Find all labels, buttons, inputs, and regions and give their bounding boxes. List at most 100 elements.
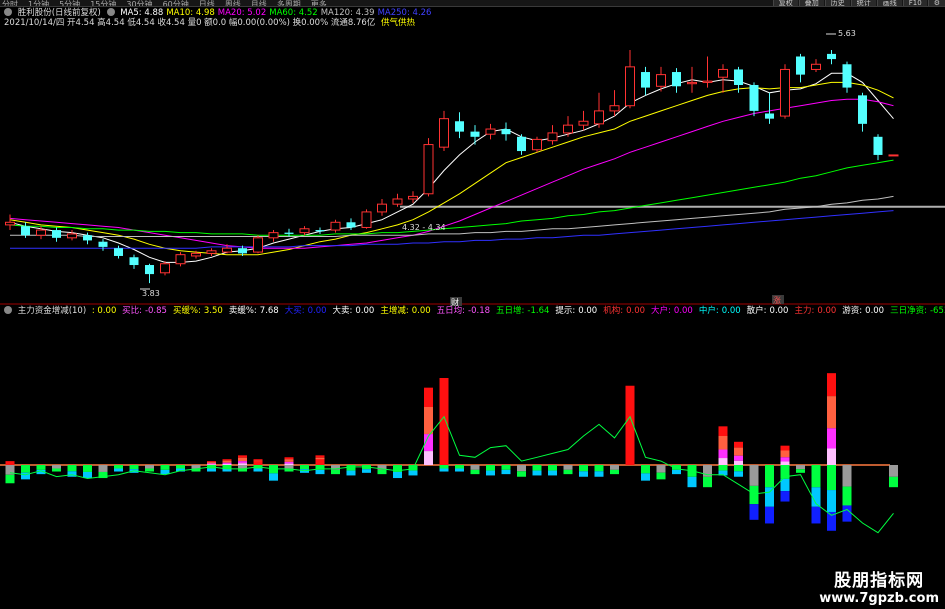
indicator-settings-icon[interactable] [4, 306, 12, 314]
candle[interactable] [858, 92, 867, 132]
candle-body [547, 132, 558, 142]
flow-bar[interactable] [222, 459, 232, 472]
flow-bar[interactable] [5, 461, 15, 484]
flow-bar[interactable] [207, 461, 216, 472]
flow-bar[interactable] [563, 465, 573, 475]
candle[interactable] [672, 68, 681, 93]
candle[interactable] [780, 64, 790, 119]
candle[interactable] [175, 252, 186, 267]
flow-bar[interactable] [656, 465, 666, 480]
candle[interactable] [811, 59, 821, 73]
flow-bar[interactable] [455, 465, 464, 472]
candle[interactable] [532, 136, 542, 153]
candle[interactable] [299, 226, 310, 236]
flow-bar[interactable] [811, 465, 821, 524]
candle[interactable] [501, 122, 511, 141]
candle[interactable] [377, 198, 387, 216]
flow-bar[interactable] [145, 465, 154, 472]
flow-bar[interactable] [517, 465, 526, 477]
candle[interactable] [253, 235, 263, 254]
flow-bar[interactable] [114, 465, 123, 472]
flow-bar[interactable] [362, 465, 371, 473]
candle[interactable] [5, 214, 15, 231]
flow-bar[interactable] [842, 465, 852, 522]
candle[interactable] [98, 239, 108, 251]
flow-bar[interactable] [765, 465, 774, 524]
flow-bar[interactable] [253, 459, 263, 472]
flow-bar[interactable] [734, 441, 743, 477]
candle[interactable] [578, 110, 589, 131]
candle[interactable] [439, 110, 449, 152]
flow-bar[interactable] [687, 465, 697, 488]
candle[interactable] [796, 53, 805, 83]
candle-body [175, 254, 186, 265]
candle[interactable] [160, 261, 170, 276]
candle[interactable] [129, 254, 139, 269]
flow-bar[interactable] [408, 465, 418, 476]
candle[interactable] [455, 112, 464, 139]
candle[interactable] [423, 138, 434, 197]
flow-bar[interactable] [160, 465, 170, 475]
candle[interactable] [315, 227, 325, 234]
candle[interactable] [485, 123, 496, 140]
flow-bar[interactable] [331, 465, 340, 475]
candle[interactable] [625, 50, 635, 109]
flow-bar[interactable] [610, 465, 619, 475]
flow-bar[interactable] [36, 465, 46, 475]
candle[interactable] [330, 219, 341, 233]
flow-bar[interactable] [796, 465, 805, 473]
candle[interactable] [687, 66, 697, 93]
candle[interactable] [268, 230, 279, 242]
candle[interactable] [827, 50, 836, 65]
candle[interactable] [609, 90, 620, 117]
ma-line-5 [10, 210, 894, 249]
candle[interactable] [52, 227, 61, 242]
watermark-url: www.7gpzb.com [819, 591, 939, 606]
candle[interactable] [361, 209, 372, 229]
flow-bar[interactable] [315, 455, 325, 475]
candle[interactable] [346, 218, 356, 231]
candle[interactable] [888, 154, 899, 157]
flow-bar[interactable] [532, 465, 542, 476]
money-flow-chart[interactable] [0, 373, 898, 534]
candle[interactable] [873, 134, 883, 161]
flow-neg-2 [346, 470, 356, 476]
candle[interactable] [749, 82, 759, 117]
flow-bar[interactable] [21, 465, 30, 480]
indicator-value-14: 0.00 [865, 306, 885, 316]
flow-bar[interactable] [470, 465, 480, 475]
candle[interactable] [67, 230, 77, 241]
flow-bar[interactable] [889, 465, 898, 488]
flow-neg-1 [67, 465, 77, 472]
candle[interactable] [145, 263, 154, 284]
candle[interactable] [470, 125, 480, 145]
flow-bar[interactable] [52, 465, 61, 472]
flow-bar[interactable] [594, 465, 604, 477]
candle[interactable] [392, 193, 403, 207]
candle[interactable] [718, 64, 728, 93]
flow-bar[interactable] [501, 465, 511, 475]
flow-bar[interactable] [718, 426, 728, 476]
flow-bar[interactable] [393, 465, 402, 479]
candle[interactable] [547, 125, 558, 145]
flow-bar[interactable] [579, 465, 588, 477]
flow-bar[interactable] [703, 465, 712, 488]
candle[interactable] [765, 92, 774, 124]
candle[interactable] [206, 248, 217, 256]
flow-bar[interactable] [269, 465, 278, 481]
flow-bar[interactable] [424, 387, 433, 465]
candle[interactable] [641, 66, 650, 96]
candle[interactable] [517, 134, 526, 155]
flow-bar[interactable] [300, 465, 309, 473]
flow-bar[interactable] [827, 373, 836, 531]
candle[interactable] [114, 245, 123, 259]
flow-bar[interactable] [83, 465, 92, 479]
flow-bar[interactable] [548, 465, 557, 476]
candle[interactable] [842, 61, 852, 93]
candle[interactable] [702, 56, 713, 88]
candle[interactable] [594, 92, 604, 128]
flow-bar[interactable] [641, 465, 650, 481]
flow-bar[interactable] [780, 445, 790, 502]
flow-bar[interactable] [486, 465, 495, 476]
candlestick-chart[interactable] [5, 50, 945, 284]
